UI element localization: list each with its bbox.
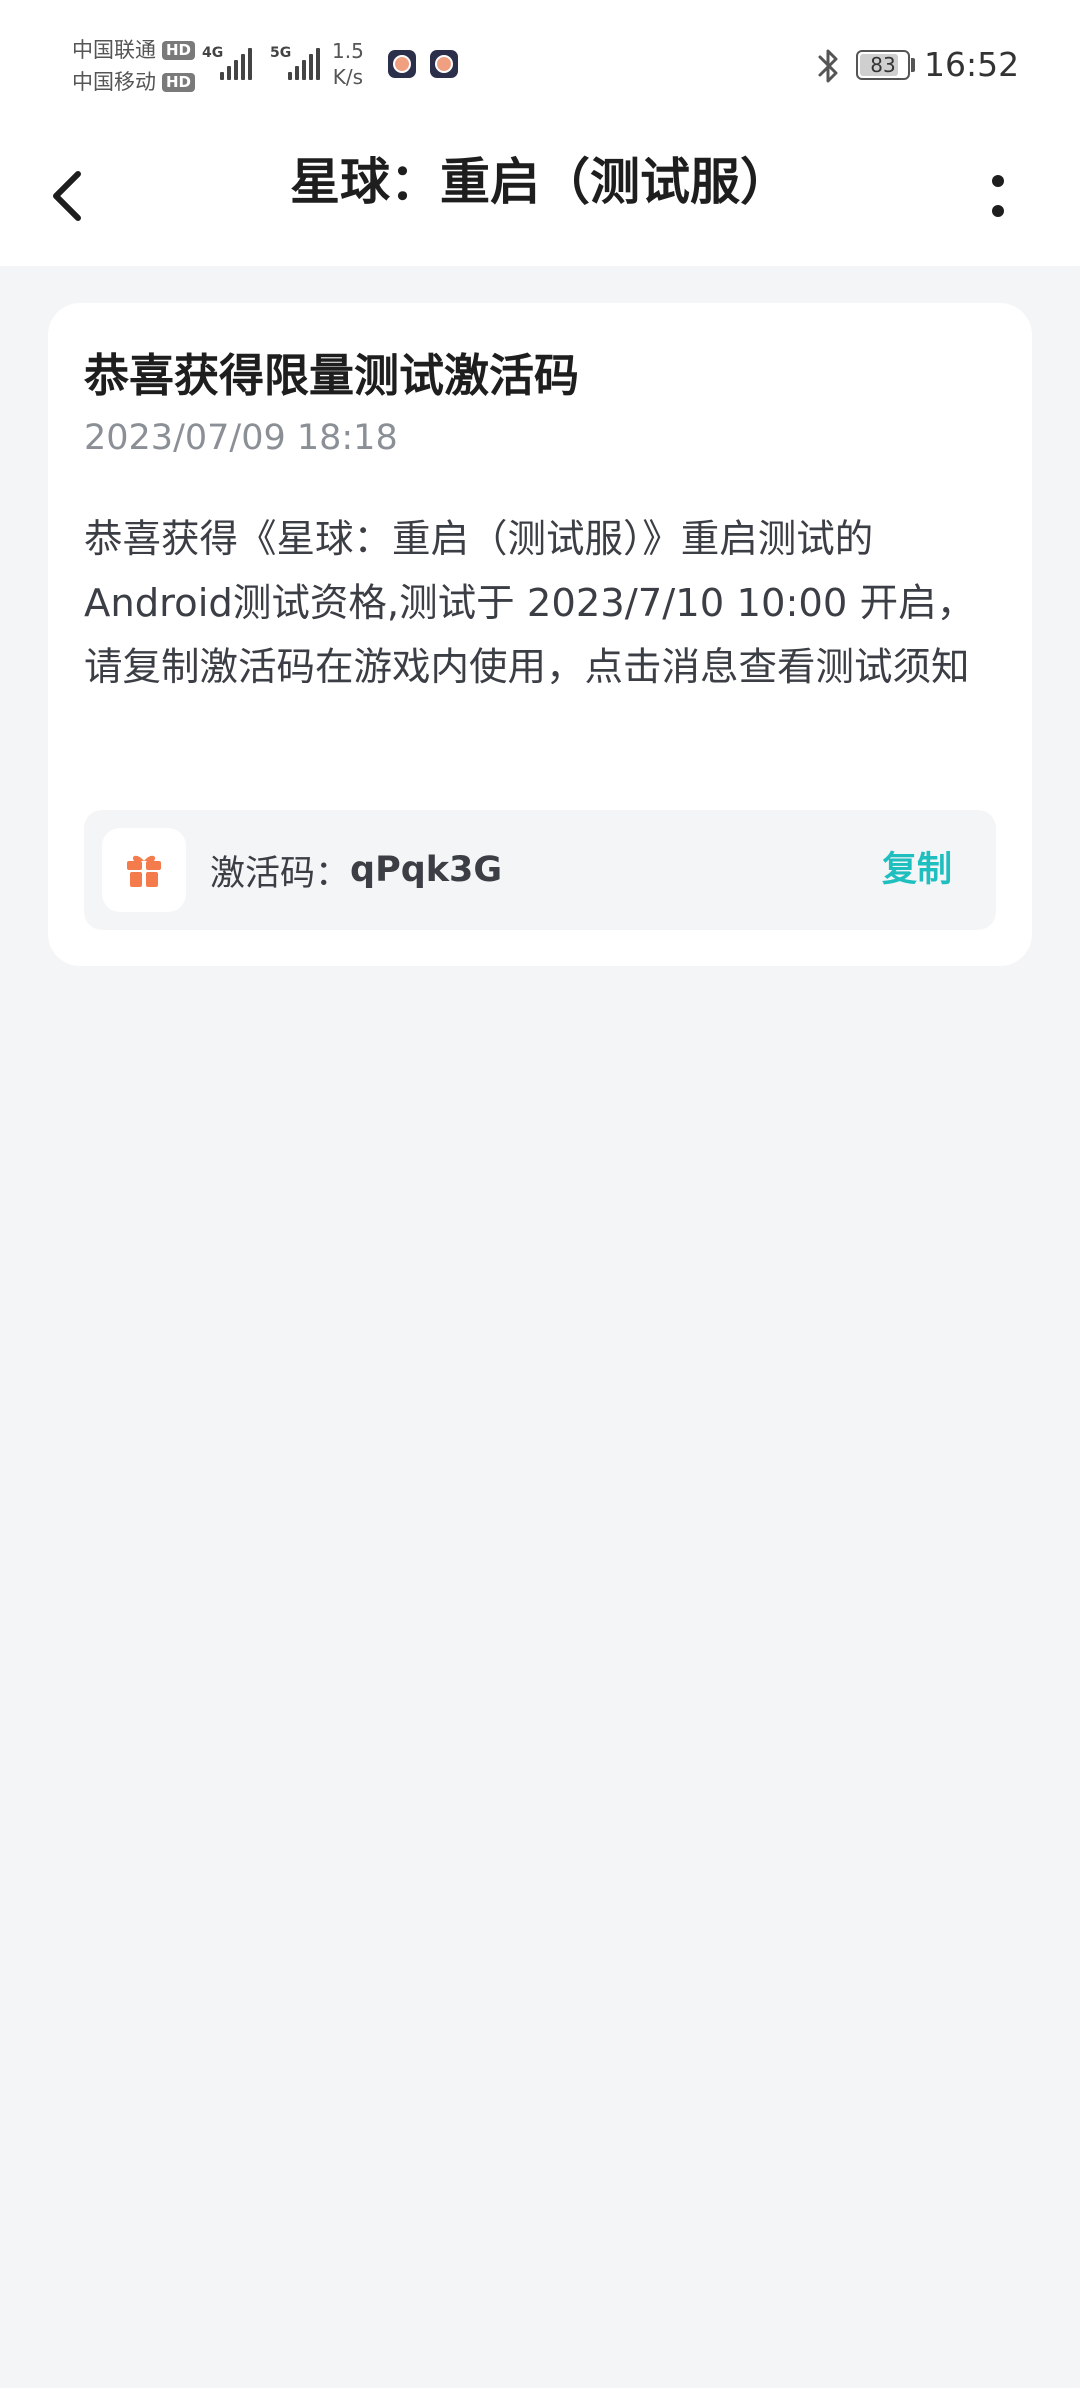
message-title: 恭喜获得限量测试激活码	[84, 349, 580, 402]
carrier-1-label: 中国联通	[72, 37, 156, 62]
signal-4g-icon: 4G	[202, 44, 252, 80]
copy-button[interactable]: 复制	[862, 834, 972, 906]
activation-code-box: 激活码： qPqk3G 复制	[84, 810, 996, 930]
network-speed: 1.5 K/s	[332, 38, 364, 90]
gift-icon-graphic	[127, 855, 161, 887]
battery-level: 83	[870, 53, 896, 77]
message-body: 恭喜获得《星球：重启（测试服）》重启测试的Android测试资格,测试于 202…	[84, 517, 976, 690]
signal-indicators: 4G 5G	[202, 44, 320, 80]
app-notification-icon	[388, 50, 416, 78]
bluetooth-icon	[818, 49, 838, 83]
carrier-info: 中国联通 HD 中国移动 HD	[72, 34, 196, 98]
message-card[interactable]: 恭喜获得限量测试激活码 2023/07/09 18:18 恭喜获得《星球：重启（…	[48, 303, 1032, 966]
hd-badge: HD	[162, 40, 196, 60]
carrier-2-label: 中国移动	[72, 69, 156, 94]
more-dot-icon	[992, 175, 1004, 187]
more-options-button[interactable]	[978, 154, 1018, 238]
activation-code-value: qPqk3G	[350, 850, 503, 890]
activation-code-text: 激活码： qPqk3G	[210, 810, 502, 930]
app-notification-icon	[430, 50, 458, 78]
signal-5g-icon: 5G	[270, 44, 320, 80]
hd-badge: HD	[162, 72, 196, 92]
more-dot-icon	[992, 205, 1004, 217]
page-title: 星球：重启（测试服）	[290, 153, 790, 211]
battery-tip	[911, 58, 915, 72]
status-bar: 中国联通 HD 中国移动 HD 4G 5G 1.5 K/s 83 16:52	[0, 0, 1080, 130]
gift-icon	[102, 828, 186, 912]
battery-icon: 83	[856, 50, 910, 80]
speed-value: 1.5	[332, 39, 364, 63]
navigation-bar: 星球：重启（测试服）	[0, 130, 1080, 266]
activation-code-label: 激活码：	[210, 853, 351, 894]
clock: 16:52	[924, 45, 1020, 84]
message-date: 2023/07/09 18:18	[84, 418, 398, 458]
speed-unit: K/s	[332, 65, 364, 89]
